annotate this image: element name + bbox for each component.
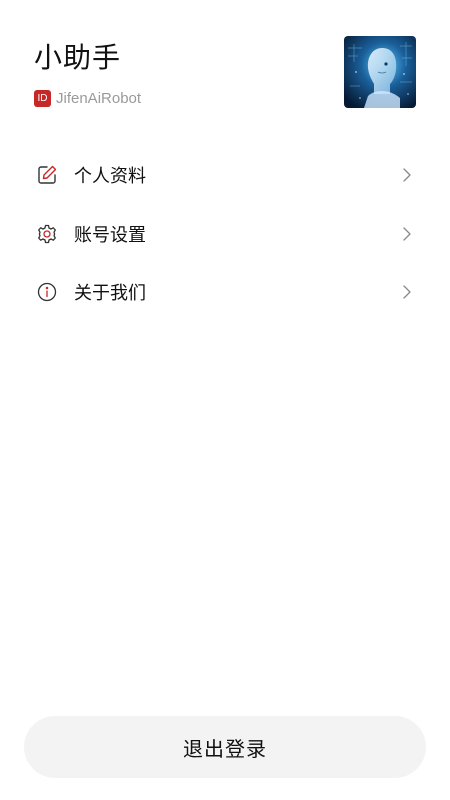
settings-menu: 个人资料 账号设置 关于我们 — [36, 146, 414, 322]
menu-item-label: 账号设置 — [74, 224, 146, 246]
avatar[interactable] — [344, 36, 416, 108]
menu-item-about-us[interactable]: 关于我们 — [36, 263, 414, 322]
menu-item-label: 关于我们 — [74, 283, 146, 305]
robot-portrait-avatar-icon — [344, 36, 416, 108]
gear-icon — [36, 223, 58, 245]
logout-label: 退出登录 — [183, 736, 267, 761]
info-icon — [36, 281, 58, 303]
menu-item-account-settings[interactable]: 账号设置 — [36, 205, 414, 264]
chevron-right-icon — [400, 166, 414, 184]
profile-id: JifenAiRobot — [56, 89, 142, 107]
edit-icon — [36, 164, 58, 186]
logout-button[interactable]: 退出登录 — [24, 716, 426, 778]
id-badge-icon: ID — [34, 89, 51, 107]
menu-item-profile[interactable]: 个人资料 — [36, 146, 414, 205]
profile-id-row: ID JifenAiRobot — [34, 89, 141, 107]
chevron-right-icon — [400, 225, 414, 243]
profile-header: 小助手 ID JifenAiRobot — [34, 36, 416, 112]
profile-name: 小助手 — [34, 41, 122, 74]
menu-item-label: 个人资料 — [74, 166, 146, 188]
chevron-right-icon — [400, 283, 414, 301]
